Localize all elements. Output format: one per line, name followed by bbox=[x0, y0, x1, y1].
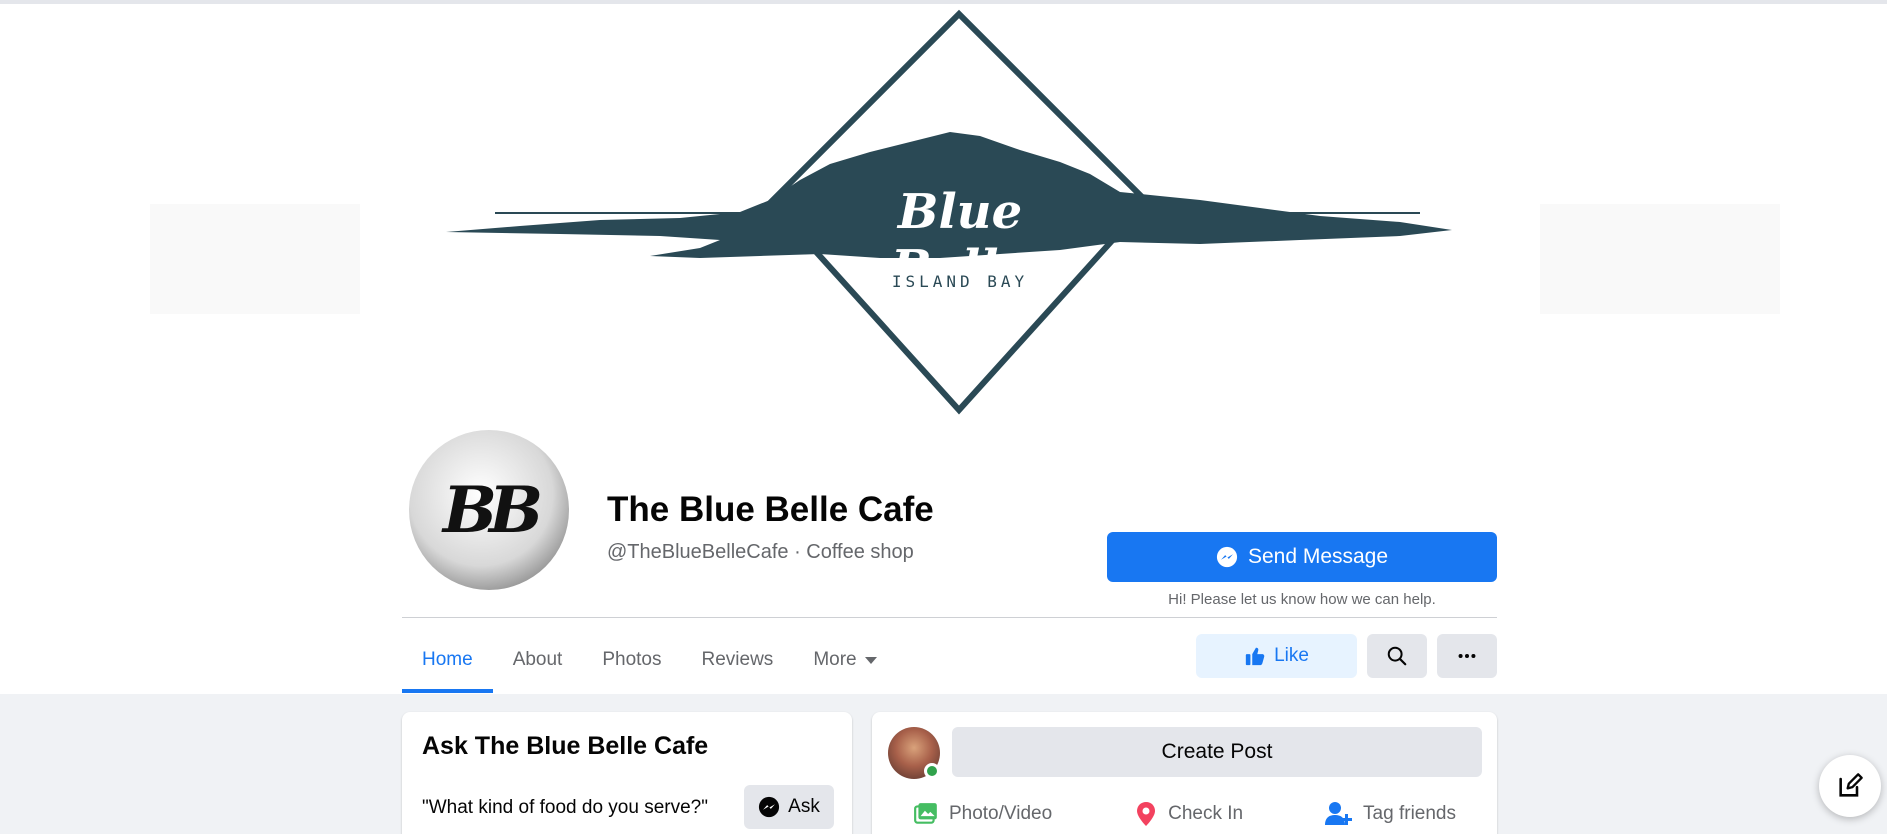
ask-card-title: Ask The Blue Belle Cafe bbox=[422, 732, 709, 760]
avatar-image: BB bbox=[409, 430, 569, 590]
tag-friends-button[interactable]: Tag friends bbox=[1325, 792, 1456, 834]
messenger-icon bbox=[759, 796, 780, 818]
tag-friends-icon bbox=[1325, 802, 1353, 825]
avatar-monogram: BB bbox=[442, 472, 543, 548]
new-message-button[interactable] bbox=[1819, 755, 1881, 817]
check-in-label: Check In bbox=[1168, 803, 1244, 824]
messenger-icon bbox=[1216, 546, 1238, 568]
create-post-button[interactable]: Create Post bbox=[952, 727, 1482, 777]
create-post-card: Create Post Photo/Video Check In Tag fri… bbox=[872, 712, 1497, 834]
like-button[interactable]: Like bbox=[1196, 634, 1357, 678]
tab-more[interactable]: More bbox=[793, 627, 896, 693]
caret-down-icon bbox=[864, 656, 877, 664]
search-icon bbox=[1387, 646, 1407, 666]
header-divider bbox=[402, 617, 1497, 618]
search-page-button[interactable] bbox=[1367, 634, 1427, 678]
check-in-button[interactable]: Check In bbox=[1134, 792, 1243, 834]
cover-photo[interactable]: Blue Belle ISLAND BAY bbox=[0, 4, 1887, 424]
tab-label: Home bbox=[422, 649, 473, 670]
page-tabs: Home About Photos Reviews More bbox=[402, 627, 897, 693]
send-message-help-text: Hi! Please let us know how we can help. bbox=[1168, 591, 1436, 608]
tab-home[interactable]: Home bbox=[402, 627, 493, 693]
ellipsis-icon bbox=[1458, 653, 1476, 659]
page-handle: @TheBlueBelleCafe · Coffee shop bbox=[607, 541, 914, 563]
ask-label: Ask bbox=[788, 796, 820, 817]
thumbs-up-icon bbox=[1245, 647, 1265, 666]
tab-label: Photos bbox=[602, 649, 662, 670]
tab-about[interactable]: About bbox=[493, 627, 583, 693]
photo-video-icon bbox=[914, 803, 937, 824]
send-message-label: Send Message bbox=[1247, 545, 1389, 568]
page-title: The Blue Belle Cafe bbox=[607, 490, 934, 529]
photo-video-button[interactable]: Photo/Video bbox=[913, 792, 1052, 834]
suggested-question[interactable]: "What kind of food do you serve?" bbox=[422, 797, 708, 819]
page-avatar[interactable]: BB bbox=[405, 426, 573, 594]
cover-brand-subtitle: ISLAND BAY bbox=[891, 272, 1029, 291]
like-label: Like bbox=[1274, 645, 1309, 666]
post-action-bar: Photo/Video Check In Tag friends bbox=[872, 792, 1497, 834]
photo-video-label: Photo/Video bbox=[948, 803, 1053, 824]
location-pin-icon bbox=[1137, 802, 1156, 826]
tab-photos[interactable]: Photos bbox=[582, 627, 681, 693]
tab-reviews[interactable]: Reviews bbox=[682, 627, 794, 693]
tab-label: More bbox=[813, 649, 857, 670]
tab-label: About bbox=[512, 649, 563, 670]
ask-page-card: Ask The Blue Belle Cafe "What kind of fo… bbox=[402, 712, 852, 834]
send-message-button[interactable]: Send Message bbox=[1107, 532, 1497, 582]
tab-label: Reviews bbox=[701, 649, 774, 670]
compose-icon bbox=[1839, 773, 1863, 797]
more-options-button[interactable] bbox=[1437, 634, 1497, 678]
online-status-indicator bbox=[924, 763, 940, 779]
ask-button[interactable]: Ask bbox=[744, 785, 834, 829]
create-post-label: Create Post bbox=[1161, 740, 1273, 763]
tag-friends-label: Tag friends bbox=[1363, 803, 1456, 824]
